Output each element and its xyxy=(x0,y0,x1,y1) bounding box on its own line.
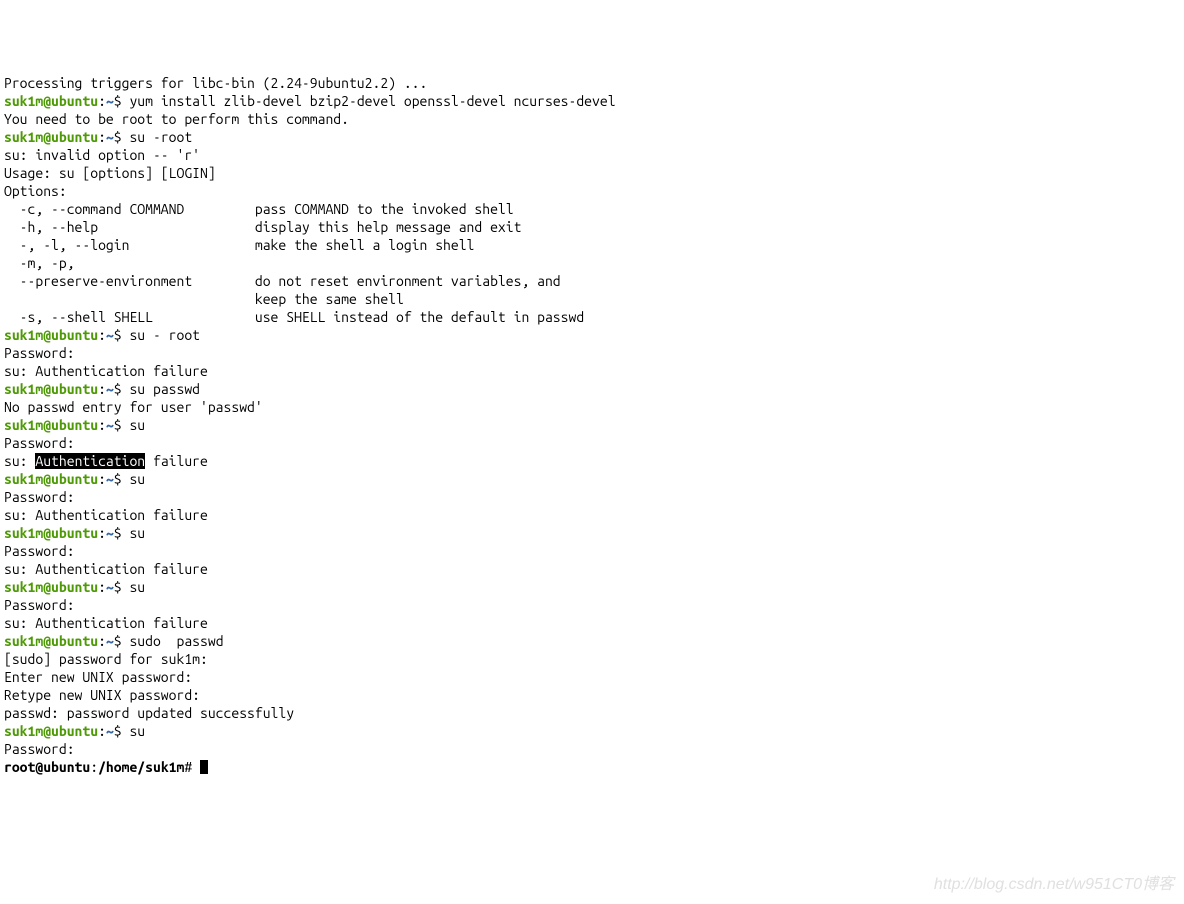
output-line: Retype new UNIX password: xyxy=(4,686,1180,704)
cursor-icon xyxy=(200,760,208,774)
command-text: su - root xyxy=(122,327,200,343)
prompt-line: suk1m@ubuntu:~$ yum install zlib-devel b… xyxy=(4,92,1180,110)
prompt-path: ~ xyxy=(106,417,114,433)
command-text: su xyxy=(122,417,146,433)
output-line: You need to be root to perform this comm… xyxy=(4,110,1180,128)
prompt-userhost: suk1m@ubuntu xyxy=(4,129,98,145)
terminal-output[interactable]: Processing triggers for libc-bin (2.24-9… xyxy=(4,74,1180,776)
output-line: -s, --shell SHELL use SHELL instead of t… xyxy=(4,308,1180,326)
prompt-line: suk1m@ubuntu:~$ su passwd xyxy=(4,380,1180,398)
watermark-text: http://blog.csdn.net/w951CT0博客 xyxy=(934,876,1174,894)
command-text: su xyxy=(122,471,146,487)
output-line: Enter new UNIX password: xyxy=(4,668,1180,686)
prompt-userhost: suk1m@ubuntu xyxy=(4,417,98,433)
output-line: No passwd entry for user 'passwd' xyxy=(4,398,1180,416)
output-line: -m, -p, xyxy=(4,254,1180,272)
output-line: Password: xyxy=(4,344,1180,362)
prompt-path: ~ xyxy=(106,633,114,649)
output-line: -, -l, --login make the shell a login sh… xyxy=(4,236,1180,254)
root-prompt-path: /home/suk1m xyxy=(98,759,184,775)
output-line: Password: xyxy=(4,740,1180,758)
prompt-userhost: suk1m@ubuntu xyxy=(4,471,98,487)
output-line: su: Authentication failure xyxy=(4,560,1180,578)
output-line: su: Authentication failure xyxy=(4,362,1180,380)
command-text: sudo passwd xyxy=(122,633,224,649)
output-line: -h, --help display this help message and… xyxy=(4,218,1180,236)
prompt-line: suk1m@ubuntu:~$ su xyxy=(4,722,1180,740)
command-text: su xyxy=(122,723,146,739)
output-line: su: Authentication failure xyxy=(4,506,1180,524)
prompt-path: ~ xyxy=(106,93,114,109)
output-line: su: Authentication failure xyxy=(4,614,1180,632)
prompt-path: ~ xyxy=(106,129,114,145)
prompt-line: suk1m@ubuntu:~$ sudo passwd xyxy=(4,632,1180,650)
prompt-path: ~ xyxy=(106,525,114,541)
prompt-line: suk1m@ubuntu:~$ su xyxy=(4,578,1180,596)
prompt-userhost: suk1m@ubuntu xyxy=(4,381,98,397)
prompt-path: ~ xyxy=(106,471,114,487)
prompt-userhost: suk1m@ubuntu xyxy=(4,633,98,649)
root-prompt-userhost: root@ubuntu xyxy=(4,759,90,775)
prompt-line: suk1m@ubuntu:~$ su -root xyxy=(4,128,1180,146)
command-text: yum install zlib-devel bzip2-devel opens… xyxy=(122,93,616,109)
command-text: su xyxy=(122,579,146,595)
output-line: su: invalid option -- 'r' xyxy=(4,146,1180,164)
highlighted-text: Authentication xyxy=(35,453,145,469)
output-line: -c, --command COMMAND pass COMMAND to th… xyxy=(4,200,1180,218)
prompt-userhost: suk1m@ubuntu xyxy=(4,579,98,595)
root-prompt-line: root@ubuntu:/home/suk1m# xyxy=(4,758,1180,776)
output-line: Options: xyxy=(4,182,1180,200)
output-line: Usage: su [options] [LOGIN] xyxy=(4,164,1180,182)
command-text: su passwd xyxy=(122,381,200,397)
output-line: Password: xyxy=(4,488,1180,506)
prompt-userhost: suk1m@ubuntu xyxy=(4,525,98,541)
prompt-path: ~ xyxy=(106,381,114,397)
prompt-path: ~ xyxy=(106,579,114,595)
command-text: su xyxy=(122,525,146,541)
output-line: su: Authentication failure xyxy=(4,452,1180,470)
output-line: keep the same shell xyxy=(4,290,1180,308)
prompt-line: suk1m@ubuntu:~$ su xyxy=(4,416,1180,434)
prompt-userhost: suk1m@ubuntu xyxy=(4,327,98,343)
output-line: passwd: password updated successfully xyxy=(4,704,1180,722)
output-line: Processing triggers for libc-bin (2.24-9… xyxy=(4,74,1180,92)
output-line: [sudo] password for suk1m: xyxy=(4,650,1180,668)
output-line: Password: xyxy=(4,434,1180,452)
prompt-path: ~ xyxy=(106,327,114,343)
prompt-path: ~ xyxy=(106,723,114,739)
output-line: Password: xyxy=(4,542,1180,560)
command-text: su -root xyxy=(122,129,193,145)
prompt-userhost: suk1m@ubuntu xyxy=(4,93,98,109)
prompt-line: suk1m@ubuntu:~$ su xyxy=(4,524,1180,542)
prompt-line: suk1m@ubuntu:~$ su - root xyxy=(4,326,1180,344)
output-line: --preserve-environment do not reset envi… xyxy=(4,272,1180,290)
output-line: Password: xyxy=(4,596,1180,614)
prompt-line: suk1m@ubuntu:~$ su xyxy=(4,470,1180,488)
prompt-userhost: suk1m@ubuntu xyxy=(4,723,98,739)
